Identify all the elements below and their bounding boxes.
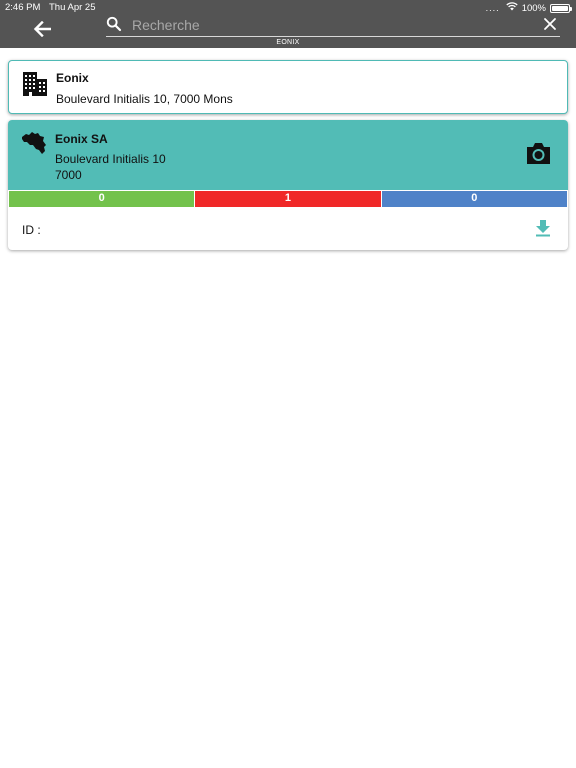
status-indicators: .... 100%: [485, 2, 572, 14]
search-bar: [106, 14, 560, 37]
status-counters: 0 1 0: [9, 191, 567, 207]
search-input[interactable]: [132, 15, 522, 35]
app-header: 2:46 PM Thu Apr 25 .... 100% Recherche E…: [0, 0, 576, 48]
building-icon: [23, 72, 47, 96]
result-card[interactable]: Eonix Boulevard Initialis 10, 7000 Mons: [8, 60, 568, 114]
download-icon[interactable]: [535, 219, 551, 237]
belgium-map-icon: [22, 132, 46, 154]
result-address-line1: Boulevard Initialis 10: [55, 152, 166, 166]
result-title: Eonix: [56, 71, 89, 85]
signal-indicator: ....: [485, 3, 500, 13]
result-card-header: Eonix SA Boulevard Initialis 10 7000: [8, 120, 568, 190]
header-subtitle: EONIX: [276, 39, 300, 46]
status-bar: 2:46 PM Thu Apr 25 .... 100%: [0, 0, 576, 15]
result-card[interactable]: Eonix SA Boulevard Initialis 10 7000 0 1…: [8, 120, 568, 250]
status-time: 2:46 PM: [5, 2, 41, 13]
result-title: Eonix SA: [55, 132, 108, 146]
result-address-line2: 7000: [55, 168, 82, 182]
close-icon[interactable]: [542, 16, 558, 32]
status-date: Thu Apr 25: [49, 2, 96, 13]
counter-green: 0: [9, 191, 195, 207]
back-button[interactable]: [30, 18, 54, 40]
counter-blue: 0: [380, 191, 567, 207]
battery-percent: 100%: [521, 2, 546, 14]
counter-red: 1: [194, 191, 381, 207]
arrow-left-icon: [33, 21, 51, 37]
battery-icon: [550, 3, 572, 13]
camera-icon[interactable]: [525, 141, 552, 165]
result-address: Boulevard Initialis 10, 7000 Mons: [56, 92, 233, 106]
id-label: ID :: [22, 223, 41, 237]
search-icon: [106, 16, 122, 32]
wifi-icon: [506, 2, 518, 14]
